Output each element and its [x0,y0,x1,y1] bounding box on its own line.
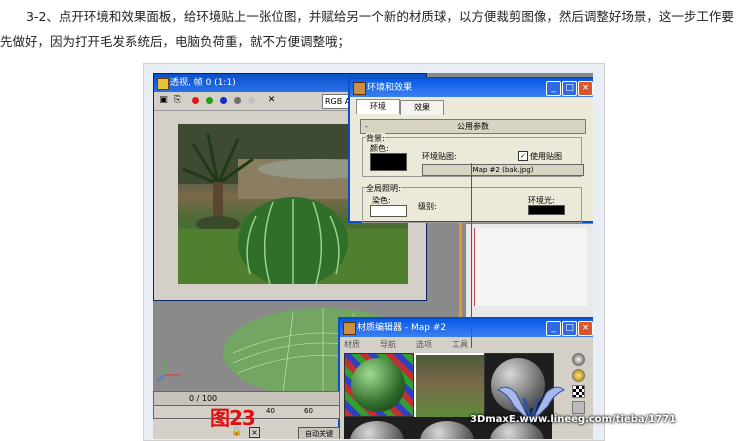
maximize-button[interactable]: □ [562,81,577,96]
backlight-icon[interactable] [572,369,585,382]
blue-channel-icon[interactable] [220,97,227,104]
menu-options[interactable]: 选项 [416,339,432,350]
red-channel-icon[interactable] [192,97,199,104]
maximize-button[interactable]: □ [562,321,577,336]
minimize-button[interactable]: _ [546,81,561,96]
tab-environment[interactable]: 环境 [356,99,400,114]
axis-gizmo-icon [156,359,181,382]
close-button[interactable]: × [578,321,593,336]
side-viewport [465,223,593,321]
env-map-button[interactable]: Map #2 (bak.jpg) [422,164,584,176]
green-channel-icon[interactable] [206,97,213,104]
ambient-swatch[interactable] [528,205,565,215]
figure-label: 图23 [210,406,256,430]
instruction-text: 3-2、点开环境和效果面板，给环境贴上一张位图，并赋给另一个新的材质球，以方便裁… [0,4,746,54]
env-tabs: 环境 效果 [350,99,593,115]
uv-tiling-icon[interactable] [572,401,585,414]
tint-swatch[interactable] [370,205,407,217]
render-window-title: 透视, 帧 0 (1:1) [170,78,236,88]
material-slot-2-selected[interactable] [414,353,486,419]
background-pattern-icon[interactable] [572,385,585,398]
background-color-swatch[interactable] [370,153,407,171]
window-icon [157,78,169,90]
menu-utilities[interactable]: 工具 [452,339,468,350]
env-dialog-titlebar: 环境和效果 _ □ × [350,79,593,97]
env-dialog-title: 环境和效果 [367,83,413,93]
minimize-button[interactable]: _ [546,321,561,336]
ruler-tick-60: 60 [304,407,313,415]
viewport-border [459,218,462,318]
save-icon[interactable]: ▣ [158,95,169,106]
instruction-line-1: 3-2、点开环境和效果面板，给环境贴上一张位图，并赋给另一个新的材质球，以方便裁… [26,9,734,24]
use-map-label: 使用贴图 [530,152,562,161]
clone-icon[interactable]: ⎘ [172,95,183,106]
ruler-tick-40: 40 [266,407,275,415]
window-icon [353,82,366,95]
menu-navigation[interactable]: 导航 [380,339,396,350]
global-lighting-label: 全局照明: [366,183,401,194]
common-params-rollout[interactable]: - 公用参数 [360,119,586,134]
window-icon [343,322,356,335]
mat-editor-title: 材质编辑器 - Map #2 [357,323,447,333]
level-label: 级别: [418,202,437,211]
collapse-icon: - [365,122,368,131]
close-button[interactable]: × [578,81,593,96]
instruction-line-2: 先做好，因为打开毛发系统后，电脑负荷重，就不方便调整哦； [0,34,351,49]
mat-editor-titlebar: 材质编辑器 - Map #2 _ □ × [340,319,593,337]
material-slot-1[interactable] [344,353,414,417]
sample-type-icon[interactable] [572,353,585,366]
auto-key-button[interactable]: 自动关键 [298,427,340,439]
clear-icon[interactable]: ✕ [266,95,277,106]
rollout-title: 公用参数 [457,122,489,131]
annotation-line [471,163,472,348]
tab-effects[interactable]: 效果 [400,100,444,115]
menu-material[interactable]: 材质 [344,339,360,350]
watermark-text: 3DmaxE.www.lineeg.com/tieba/1771 [470,414,677,425]
mono-icon[interactable] [248,97,255,104]
use-map-checkbox[interactable]: ✓ [518,151,528,161]
alpha-channel-icon[interactable] [234,97,241,104]
env-map-label: 环境贴图: [422,152,457,161]
